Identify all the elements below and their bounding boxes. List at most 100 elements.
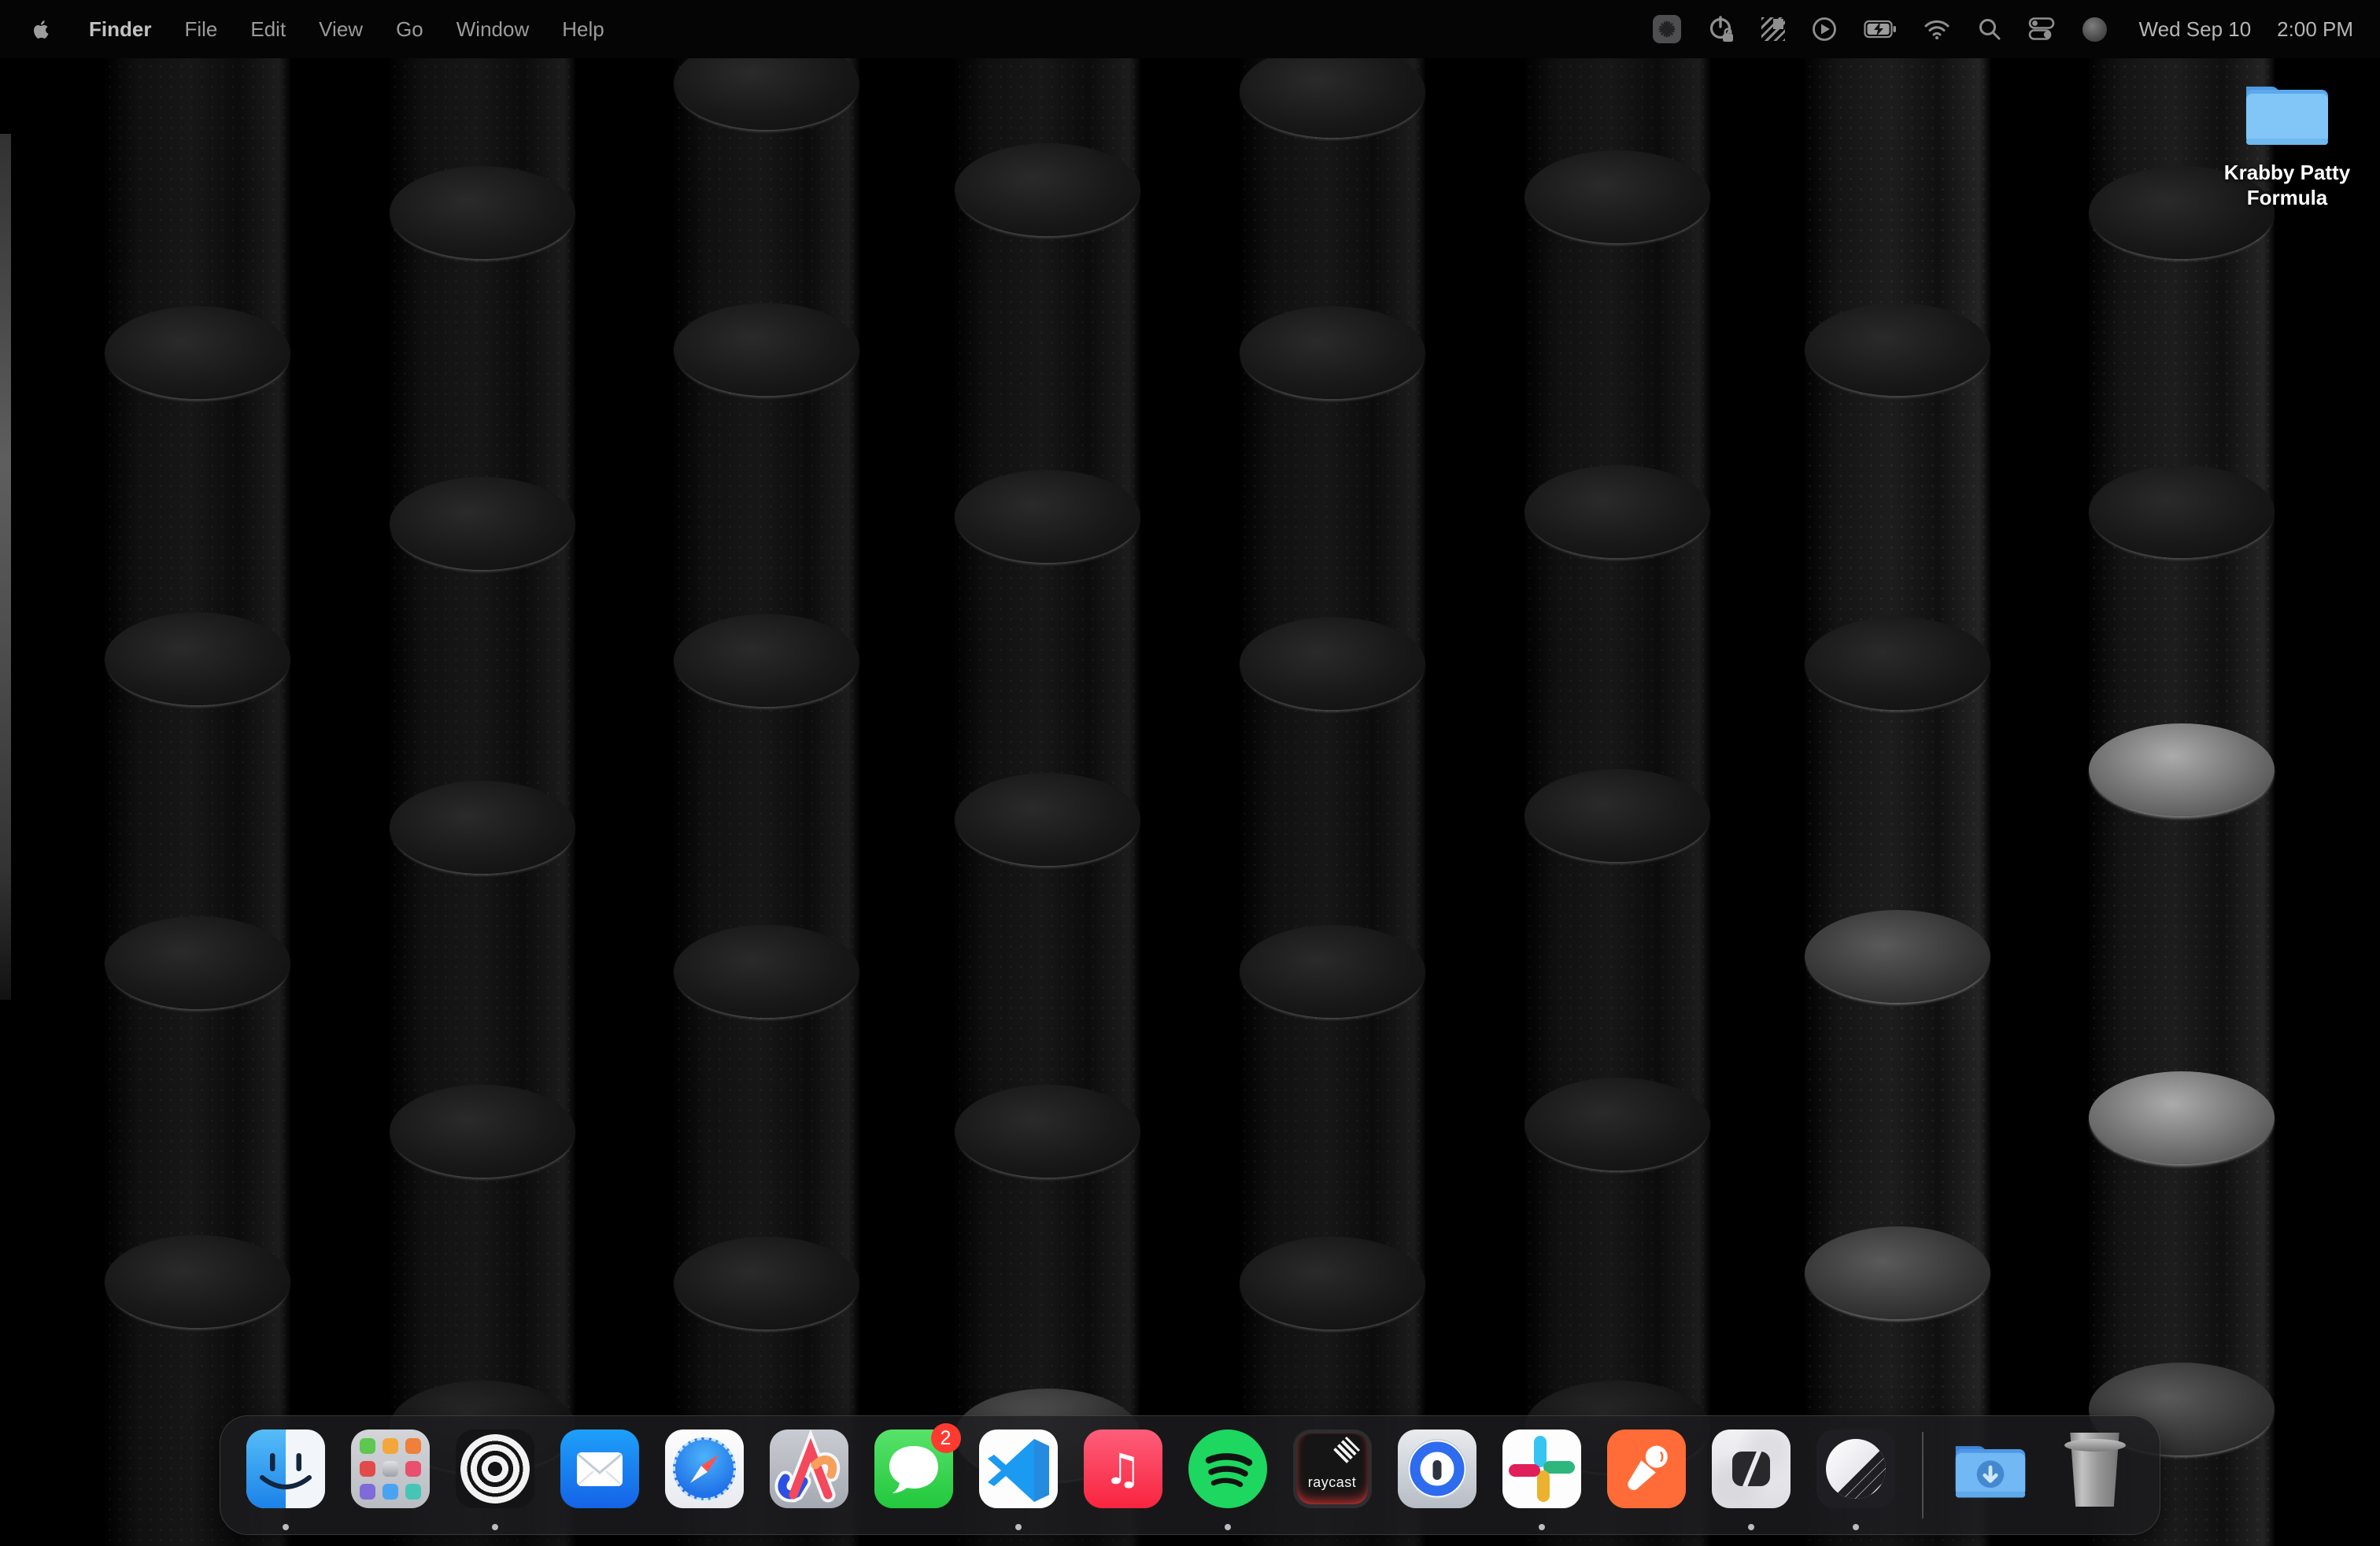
dock-item-postman[interactable] bbox=[1594, 1416, 1698, 1534]
wallpaper-cylinder-cap bbox=[955, 773, 1140, 866]
running-indicator bbox=[1225, 1524, 1231, 1530]
wallpaper-cylinder-cap bbox=[1524, 465, 1710, 558]
control-center-icon[interactable] bbox=[2028, 0, 2057, 58]
raycast-label: raycast bbox=[1293, 1474, 1372, 1491]
battery-charging-icon[interactable] bbox=[1864, 0, 1897, 58]
finder-face-icon bbox=[246, 1429, 325, 1508]
wallpaper-cylinder-cap bbox=[2089, 465, 2275, 558]
wallpaper-cylinder-cap bbox=[1805, 303, 1990, 396]
keyhole-ring-icon bbox=[1398, 1429, 1476, 1508]
wifi-icon[interactable] bbox=[1923, 0, 1951, 58]
wallpaper-cylinder-cap bbox=[390, 477, 575, 570]
music-note-glyph: ♫ bbox=[1103, 1444, 1141, 1494]
starburst-menu-icon[interactable] bbox=[1653, 0, 1681, 58]
menu-edit[interactable]: Edit bbox=[250, 0, 286, 58]
dark-card-slash-icon bbox=[1712, 1429, 1791, 1508]
menu-bar-left: Finder File Edit View Go Window Help bbox=[0, 0, 604, 58]
wallpaper-cylinder-cap bbox=[674, 614, 859, 707]
power-lock-menu-icon[interactable] bbox=[1707, 0, 1735, 58]
dock-item-mail[interactable] bbox=[547, 1416, 652, 1534]
wallpaper-cylinder-cap bbox=[390, 781, 575, 874]
striped-flag-menu-icon[interactable] bbox=[1761, 0, 1785, 58]
dock-item-1password[interactable] bbox=[1384, 1416, 1489, 1534]
dock-item-downloads-folder[interactable] bbox=[1938, 1416, 2042, 1534]
trash-bin-icon bbox=[2056, 1429, 2134, 1508]
envelope-icon bbox=[560, 1429, 639, 1508]
dock-item-safari[interactable] bbox=[652, 1416, 756, 1534]
menu-time[interactable]: 2:00 PM bbox=[2277, 0, 2353, 58]
dock-divider bbox=[1922, 1432, 1924, 1518]
dock-item-messages[interactable]: 2 bbox=[861, 1416, 966, 1534]
dock-item-raycast[interactable]: raycast bbox=[1280, 1416, 1384, 1534]
menu-bar: Finder File Edit View Go Window Help bbox=[0, 0, 2380, 58]
dock-item-arc-browser[interactable] bbox=[756, 1416, 861, 1534]
menu-help[interactable]: Help bbox=[562, 0, 604, 58]
letter-a-ribbon-icon bbox=[770, 1429, 848, 1508]
wallpaper-cylinder-cap bbox=[105, 306, 290, 399]
wallpaper-cylinder-cap bbox=[2089, 1071, 2275, 1164]
dock-item-apple-music[interactable]: ♫ bbox=[1070, 1416, 1175, 1534]
vscode-ribbon-icon bbox=[979, 1429, 1058, 1508]
dock-item-launchpad[interactable] bbox=[338, 1416, 442, 1534]
compass-icon bbox=[665, 1429, 744, 1508]
desktop: Finder File Edit View Go Window Help bbox=[0, 0, 2380, 1546]
slack-pinwheel-icon bbox=[1502, 1429, 1581, 1508]
wallpaper-cylinder-cap bbox=[1240, 306, 1425, 399]
search-icon[interactable] bbox=[1977, 0, 2002, 58]
spotify-waves-icon bbox=[1188, 1429, 1267, 1508]
wallpaper-cylinder-cap bbox=[105, 612, 290, 705]
apple-menu-icon[interactable] bbox=[30, 18, 53, 41]
running-indicator bbox=[1539, 1524, 1545, 1530]
desktop-folder-label: Krabby Patty Formula bbox=[2218, 160, 2356, 210]
notification-badge: 2 bbox=[931, 1423, 961, 1453]
dock-item-bullseye-app[interactable] bbox=[442, 1416, 547, 1534]
wallpaper-cylinder-cap bbox=[390, 166, 575, 259]
wallpaper-edge-cylinder bbox=[0, 134, 11, 1000]
speech-bubble-icon: 2 bbox=[874, 1429, 953, 1508]
play-circle-menu-icon[interactable] bbox=[1811, 0, 1838, 58]
wallpaper-cylinder-cap bbox=[1524, 150, 1710, 243]
dock-item-spotify[interactable] bbox=[1175, 1416, 1280, 1534]
menu-file[interactable]: File bbox=[184, 0, 217, 58]
wallpaper-cylinder-cap bbox=[1240, 925, 1425, 1018]
dock-item-trash[interactable] bbox=[2042, 1416, 2147, 1534]
striped-sphere-icon bbox=[1816, 1429, 1895, 1508]
menu-window[interactable]: Window bbox=[456, 0, 529, 58]
siri-orb-icon[interactable] bbox=[2082, 0, 2107, 58]
wallpaper-cylinder-cap bbox=[390, 1085, 575, 1178]
music-note-icon: ♫ bbox=[1084, 1429, 1162, 1508]
running-indicator bbox=[283, 1524, 289, 1530]
wallpaper-cylinder-cap bbox=[2089, 723, 2275, 816]
desktop-folder-krabby-patty[interactable]: Krabby Patty Formula bbox=[2218, 72, 2356, 210]
raycast-glitch-icon: raycast bbox=[1293, 1429, 1372, 1508]
wallpaper-cylinder-cap bbox=[1240, 45, 1425, 138]
dock-item-slack[interactable] bbox=[1489, 1416, 1594, 1534]
wallpaper-cylinder-cap bbox=[1240, 617, 1425, 710]
wallpaper-cylinder-cap bbox=[674, 925, 859, 1018]
menu-view[interactable]: View bbox=[319, 0, 363, 58]
dock-item-vscode[interactable] bbox=[966, 1416, 1070, 1534]
wallpaper-cylinder-cap bbox=[955, 470, 1140, 563]
wallpaper-cylinder-cap bbox=[1805, 1226, 1990, 1319]
dock-item-finder[interactable] bbox=[233, 1416, 338, 1534]
menu-go[interactable]: Go bbox=[396, 0, 423, 58]
menu-date[interactable]: Wed Sep 10 bbox=[2139, 0, 2252, 58]
wallpaper-cylinder-cap bbox=[1524, 769, 1710, 862]
downloads-folder-icon bbox=[1951, 1429, 2030, 1508]
wallpaper-cylinder-cap bbox=[1240, 1237, 1425, 1330]
running-indicator bbox=[1015, 1524, 1022, 1530]
concentric-circles-icon bbox=[456, 1429, 534, 1508]
dock-item-linear-app[interactable] bbox=[1803, 1416, 1908, 1534]
wallpaper bbox=[0, 0, 2380, 1546]
dock-item-white-d-app[interactable] bbox=[1698, 1416, 1803, 1534]
wallpaper-cylinder-cap bbox=[955, 1085, 1140, 1178]
running-indicator bbox=[1748, 1524, 1754, 1530]
launchpad-grid-icon bbox=[351, 1429, 430, 1508]
menu-app-name[interactable]: Finder bbox=[89, 0, 151, 58]
wallpaper-cylinder-cap bbox=[105, 1235, 290, 1328]
wallpaper-cylinder-cap bbox=[674, 1237, 859, 1330]
dock: 2 ♫ bbox=[220, 1415, 2160, 1535]
wallpaper-cylinder-cap bbox=[105, 916, 290, 1009]
wallpaper-cylinder-cap bbox=[1805, 910, 1990, 1003]
astronaut-icon bbox=[1607, 1429, 1686, 1508]
